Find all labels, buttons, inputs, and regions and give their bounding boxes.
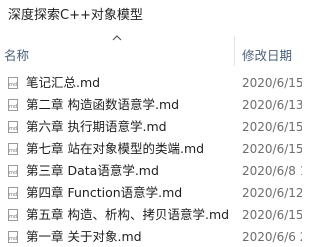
markdown-file-icon: md — [8, 231, 18, 243]
chevron-up-icon[interactable] — [110, 32, 124, 44]
markdown-file-icon: md — [8, 187, 18, 199]
column-divider[interactable] — [234, 36, 235, 66]
breadcrumb-folder[interactable]: 深度探索C++对象模型 — [8, 8, 143, 23]
file-date: 2020/6/15 — [242, 142, 302, 156]
markdown-file-icon: md — [8, 77, 18, 89]
file-list: md 笔记汇总.md 2020/6/15 md 第二章 构造函数语意学.md 2… — [0, 72, 302, 247]
column-header-date-modified[interactable]: 修改日期 — [242, 45, 292, 64]
file-name: 第五章 构造、析构、拷贝语意学.md — [26, 207, 230, 222]
file-name: 第四章 Function语意学.md — [26, 185, 183, 200]
file-date: 2020/6/6 2 — [242, 230, 302, 244]
file-row[interactable]: md 第一章 关于对象.md 2020/6/6 2 — [0, 226, 302, 247]
markdown-file-icon: md — [8, 99, 18, 111]
file-date: 2020/6/15 — [242, 76, 302, 90]
svg-text:md: md — [9, 148, 17, 154]
svg-text:md: md — [9, 236, 17, 242]
file-explorer-window: 深度探索C++对象模型 名称 修改日期 md 笔记汇总.md 2020/6/15… — [0, 0, 302, 247]
svg-text:md: md — [9, 170, 17, 176]
breadcrumb[interactable]: 深度探索C++对象模型 — [8, 4, 143, 28]
svg-text:md: md — [9, 126, 17, 132]
markdown-file-icon: md — [8, 121, 18, 133]
file-row[interactable]: md 第五章 构造、析构、拷贝语意学.md 2020/6/15 — [0, 204, 302, 226]
column-header-name[interactable]: 名称 — [4, 45, 29, 64]
file-name: 第三章 Data语意学.md — [26, 163, 159, 178]
svg-text:md: md — [9, 192, 17, 198]
file-name: 第六章 执行期语意学.md — [26, 119, 167, 134]
file-date: 2020/6/12 — [242, 186, 302, 200]
file-date: 2020/6/13 — [242, 98, 302, 112]
file-date: 2020/6/15 — [242, 120, 302, 134]
file-date: 2020/6/15 — [242, 208, 302, 222]
file-row[interactable]: md 第二章 构造函数语意学.md 2020/6/13 — [0, 94, 302, 116]
file-name: 第一章 关于对象.md — [26, 229, 142, 244]
svg-text:md: md — [9, 82, 17, 88]
file-name: 笔记汇总.md — [26, 75, 101, 90]
markdown-file-icon: md — [8, 143, 18, 155]
file-row[interactable]: md 第六章 执行期语意学.md 2020/6/15 — [0, 116, 302, 138]
file-name: 第二章 构造函数语意学.md — [26, 97, 180, 112]
markdown-file-icon: md — [8, 165, 18, 177]
file-row[interactable]: md 第四章 Function语意学.md 2020/6/12 — [0, 182, 302, 204]
svg-text:md: md — [9, 104, 17, 110]
column-header-row: 名称 修改日期 — [0, 32, 302, 70]
file-row[interactable]: md 笔记汇总.md 2020/6/15 — [0, 72, 302, 94]
svg-text:md: md — [9, 214, 17, 220]
file-date: 2020/6/8 1 — [242, 164, 302, 178]
file-row[interactable]: md 第三章 Data语意学.md 2020/6/8 1 — [0, 160, 302, 182]
markdown-file-icon: md — [8, 209, 18, 221]
file-row[interactable]: md 第七章 站在对象模型的类端.md 2020/6/15 — [0, 138, 302, 160]
file-name: 第七章 站在对象模型的类端.md — [26, 141, 205, 156]
